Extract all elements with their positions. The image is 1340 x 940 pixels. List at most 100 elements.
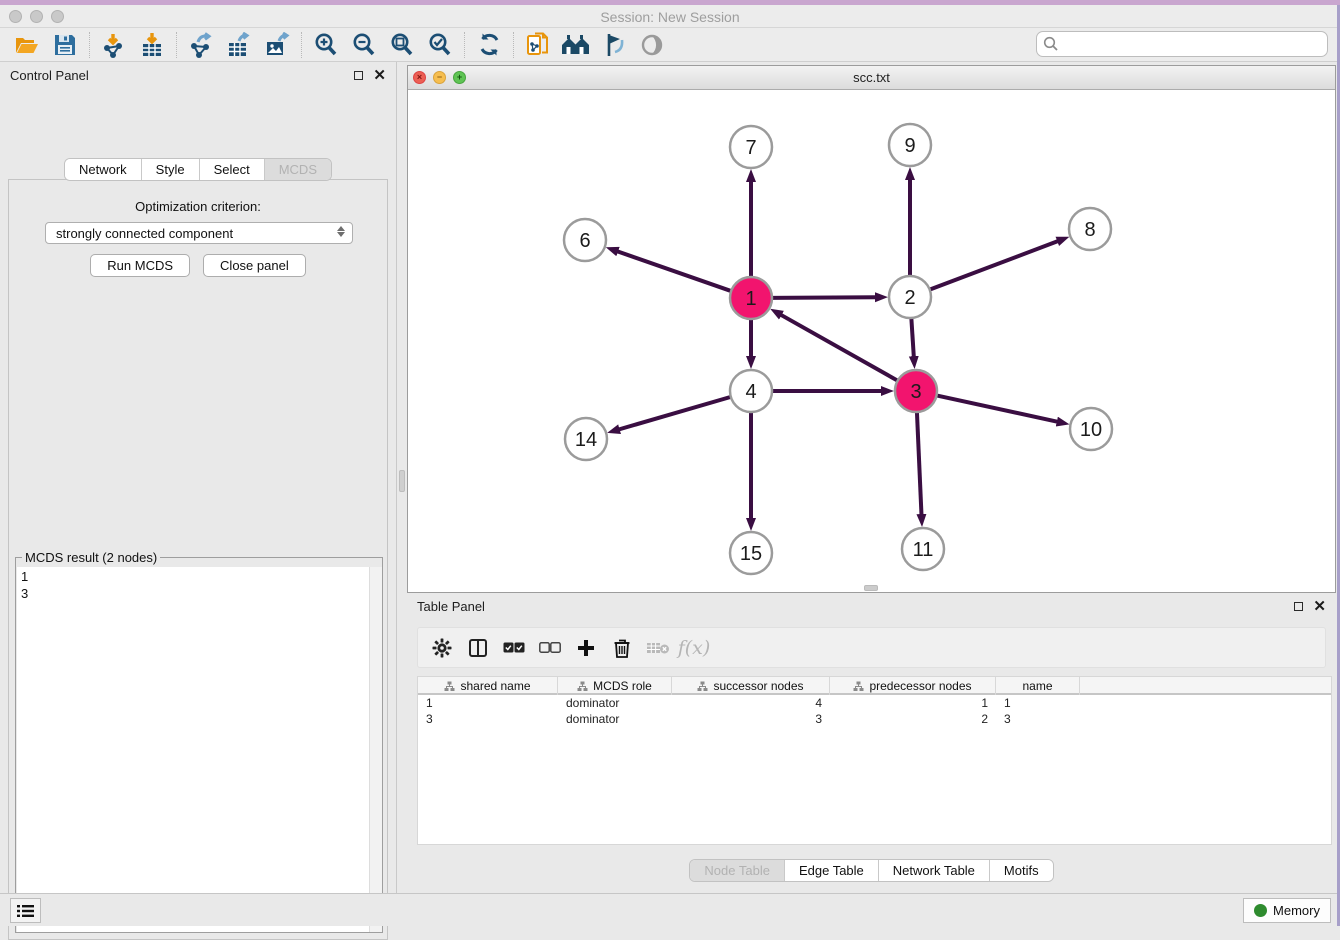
network-canvas[interactable]: 7 9 6 8 1 2 4 3 14 10 15 11: [408, 90, 1335, 592]
memory-button[interactable]: Memory: [1243, 898, 1331, 923]
graph-edge[interactable]: [917, 412, 922, 515]
graph-node[interactable]: 3: [895, 370, 937, 412]
run-mcds-button[interactable]: Run MCDS: [90, 254, 190, 277]
close-panel-icon[interactable]: ✕: [1313, 599, 1326, 614]
export-image-button[interactable]: [258, 30, 296, 60]
zoom-selected-button[interactable]: [421, 30, 459, 60]
mcds-result-area[interactable]: 1 3: [17, 567, 382, 932]
criterion-select[interactable]: strongly connected component: [45, 222, 353, 244]
table-tabs: Node Table Edge Table Network Table Moti…: [407, 859, 1336, 882]
network-window: × − + scc.txt 7968124314101511: [407, 65, 1336, 593]
column-header-shared-name[interactable]: shared name: [418, 677, 558, 695]
graph-node-label: 4: [745, 381, 756, 403]
graph-node[interactable]: 11: [902, 528, 944, 570]
tab-network[interactable]: Network: [65, 159, 142, 180]
deselect-all-button[interactable]: [536, 633, 564, 663]
graph-edge[interactable]: [930, 241, 1059, 290]
table-row[interactable]: 3 dominator 3 2 3: [418, 711, 1331, 727]
titlebar: Session: New Session: [0, 5, 1340, 28]
show-columns-button[interactable]: [464, 633, 492, 663]
node-table[interactable]: shared name MCDS role successor nodes pr…: [417, 676, 1332, 845]
list-icon: [17, 904, 34, 918]
graph-node[interactable]: 14: [565, 418, 607, 460]
window-title: Session: New Session: [0, 9, 1340, 25]
graph-edge[interactable]: [619, 397, 731, 430]
tab-edge-table[interactable]: Edge Table: [785, 860, 879, 881]
tab-node-table[interactable]: Node Table: [690, 860, 785, 881]
clone-network-button[interactable]: [519, 30, 557, 60]
graph-node[interactable]: 9: [889, 124, 931, 166]
mcds-panel: Optimization criterion: strongly connect…: [8, 179, 388, 940]
graph-node[interactable]: 8: [1069, 208, 1111, 250]
graph-edge[interactable]: [617, 251, 731, 291]
zoom-out-button[interactable]: [345, 30, 383, 60]
delete-column-button[interactable]: [608, 633, 636, 663]
tab-network-table[interactable]: Network Table: [879, 860, 990, 881]
graph-node[interactable]: 2: [889, 276, 931, 318]
open-session-button[interactable]: [8, 30, 46, 60]
open-folder-icon: [14, 32, 40, 58]
table-header-row: shared name MCDS role successor nodes pr…: [418, 677, 1331, 695]
task-history-button[interactable]: [10, 898, 41, 923]
graph-node-label: 10: [1080, 419, 1102, 441]
column-header-successor-nodes[interactable]: successor nodes: [672, 677, 830, 695]
memory-status-icon: [1254, 904, 1267, 917]
visual-format-icon: [601, 32, 627, 58]
refresh-button[interactable]: [470, 30, 508, 60]
graph-node[interactable]: 6: [564, 219, 606, 261]
float-panel-icon[interactable]: [354, 71, 363, 80]
tab-select[interactable]: Select: [200, 159, 265, 180]
graph-node[interactable]: 10: [1070, 408, 1112, 450]
export-table-button[interactable]: [220, 30, 258, 60]
column-label: successor nodes: [713, 679, 803, 693]
export-table-icon: [226, 32, 252, 58]
graph-edge[interactable]: [911, 318, 913, 357]
table-row[interactable]: 1 dominator 4 1 1: [418, 695, 1331, 711]
save-session-button[interactable]: [46, 30, 84, 60]
add-column-button[interactable]: [572, 633, 600, 663]
tab-motifs[interactable]: Motifs: [990, 860, 1053, 881]
control-panel-tabs: Network Style Select MCDS: [0, 158, 396, 181]
graph-node[interactable]: 7: [730, 126, 772, 168]
close-panel-icon[interactable]: ✕: [373, 68, 386, 83]
graph-edge[interactable]: [781, 315, 898, 381]
export-network-button[interactable]: [182, 30, 220, 60]
import-table-button[interactable]: [133, 30, 171, 60]
graph-node[interactable]: 1: [730, 277, 772, 319]
table-panel: Table Panel ✕: [407, 593, 1336, 893]
column-header-name[interactable]: name: [996, 677, 1080, 695]
graph-edge[interactable]: [937, 395, 1058, 421]
network-resize-grip[interactable]: [864, 585, 878, 591]
optimization-criterion-label: Optimization criterion:: [9, 199, 387, 214]
checked-boxes-icon: [503, 642, 525, 654]
graph-edge[interactable]: [772, 297, 876, 298]
column-header-mcds-role[interactable]: MCDS role: [558, 677, 672, 695]
toolbar-separator: [89, 32, 90, 58]
zoom-in-button[interactable]: [307, 30, 345, 60]
show-hide-button[interactable]: [633, 30, 671, 60]
export-image-icon: [264, 32, 290, 58]
float-panel-icon[interactable]: [1294, 602, 1303, 611]
import-network-button[interactable]: [95, 30, 133, 60]
zoom-fit-icon: [389, 32, 415, 58]
tab-style[interactable]: Style: [142, 159, 200, 180]
close-panel-button[interactable]: Close panel: [203, 254, 306, 277]
result-scrollbar[interactable]: [369, 567, 382, 932]
home-button[interactable]: [557, 30, 595, 60]
search-input[interactable]: [1036, 31, 1328, 57]
column-header-predecessor-nodes[interactable]: predecessor nodes: [830, 677, 996, 695]
columns-icon: [468, 638, 488, 658]
zoom-fit-button[interactable]: [383, 30, 421, 60]
table-settings-button[interactable]: [428, 633, 456, 663]
control-panel-header: Control Panel ✕: [0, 62, 396, 88]
hierarchy-icon: [697, 681, 708, 692]
graph-node[interactable]: 4: [730, 370, 772, 412]
graph-node-label: 15: [740, 543, 762, 565]
graph-node[interactable]: 15: [730, 532, 772, 574]
panel-splitter[interactable]: [396, 62, 407, 893]
tab-mcds[interactable]: MCDS: [265, 159, 331, 180]
table-toolbar: f(x): [417, 627, 1326, 668]
select-all-button[interactable]: [500, 633, 528, 663]
visual-format-button[interactable]: [595, 30, 633, 60]
splitter-grip[interactable]: [399, 470, 405, 492]
